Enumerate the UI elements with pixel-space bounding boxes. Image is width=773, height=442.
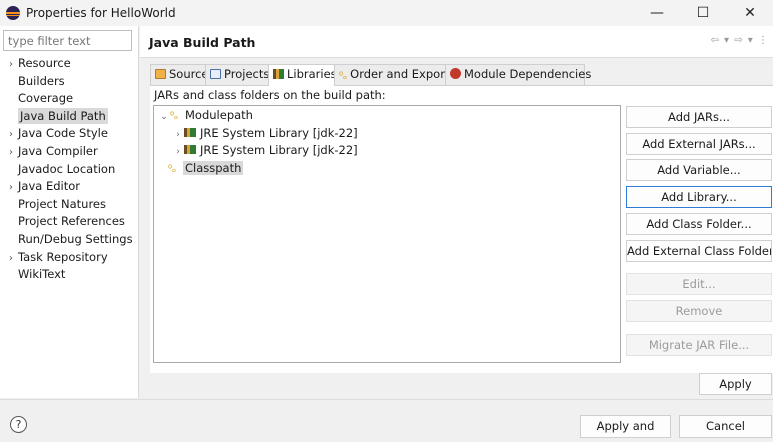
chevron-right-icon[interactable]: › <box>172 144 184 161</box>
migrate-jar-file-button[interactable]: Migrate JAR File... <box>626 334 772 356</box>
build-path-entry[interactable]: › JRE System Library [jdk-22] <box>172 142 358 161</box>
build-path-entry[interactable]: › JRE System Library [jdk-22] <box>172 125 358 144</box>
tab-libraries[interactable]: Libraries <box>268 64 337 86</box>
category-label: Java Code Style <box>18 126 108 141</box>
tab-label: Projects <box>224 67 270 81</box>
category-item[interactable]: Project Natures <box>4 196 106 214</box>
category-label: Coverage <box>18 91 74 106</box>
category-item[interactable]: Run/Debug Settings <box>4 231 133 249</box>
category-item[interactable]: › Java Editor <box>4 178 80 196</box>
chevron-right-icon[interactable]: › <box>4 250 18 268</box>
title-bar: Properties for HelloWorld — ☐ ✕ <box>0 0 773 26</box>
category-label: Java Build Path <box>18 107 108 124</box>
apply-and-close-button[interactable]: Apply and Close <box>580 415 671 442</box>
category-label: Project References <box>18 214 125 229</box>
entry-label: Modulepath <box>185 108 253 122</box>
filter-input[interactable] <box>3 30 132 51</box>
chevron-right-icon[interactable]: › <box>4 126 18 144</box>
category-label: Resource <box>18 56 71 70</box>
window-title: Properties for HelloWorld <box>26 6 176 20</box>
category-label: Project Natures <box>18 196 106 211</box>
edit-button[interactable]: Edit... <box>626 273 772 295</box>
chevron-down-icon[interactable]: ⌄ <box>158 109 170 126</box>
entry-label: JRE System Library [jdk-22] <box>200 125 358 140</box>
category-item[interactable]: WikiText <box>4 266 65 284</box>
tab-label: Module Dependencies <box>464 67 592 81</box>
add-variable-button[interactable]: Add Variable... <box>626 159 772 181</box>
category-label: Builders <box>18 73 65 88</box>
category-item[interactable]: Coverage <box>4 90 73 108</box>
chevron-right-icon[interactable]: › <box>4 179 18 197</box>
add-jars-button[interactable]: Add JARs... <box>626 106 772 128</box>
category-label: Java Editor <box>18 179 80 194</box>
category-item[interactable]: Java Build Path <box>4 107 108 126</box>
tab-projects[interactable]: Projects <box>205 64 269 85</box>
category-item[interactable]: › Java Code Style <box>4 125 108 143</box>
tab-source[interactable]: Source <box>150 64 209 85</box>
category-label: Javadoc Location <box>18 161 116 176</box>
classpath-icon: ⁰ₒ <box>168 163 177 175</box>
entry-label: JRE System Library [jdk-22] <box>200 143 358 157</box>
category-label: Task Repository <box>18 249 108 264</box>
add-external-jars-button[interactable]: Add External JARs... <box>626 133 772 155</box>
close-button[interactable]: ✕ <box>727 0 773 26</box>
category-panel: ›ResourceBuildersCoverageJava Build Path… <box>0 26 139 398</box>
category-label: Java Compiler <box>18 144 98 158</box>
maximize-button[interactable]: ☐ <box>680 0 726 26</box>
chevron-right-icon[interactable]: › <box>4 56 18 74</box>
tab-label: Source <box>169 67 209 81</box>
category-label: Run/Debug Settings <box>18 232 133 246</box>
modulepath-icon: ⁰ₒ <box>170 111 179 122</box>
add-external-class-folder-button[interactable]: Add External Class Folder... <box>626 240 772 262</box>
apply-button[interactable]: Apply <box>699 373 772 395</box>
category-label: WikiText <box>18 267 66 282</box>
category-item[interactable]: › Resource <box>4 55 71 73</box>
libraries-icon <box>273 69 284 79</box>
projects-icon <box>210 69 221 79</box>
build-path-entry[interactable]: ⁰ₒ Classpath <box>168 160 244 177</box>
tab-order-and-export[interactable]: ⁰ₒ Order and Export <box>334 64 450 85</box>
category-item[interactable]: Javadoc Location <box>4 161 115 179</box>
build-path-tree[interactable]: ⌄ ⁰ₒ Modulepath › JRE System Library [jdk-22… <box>153 105 621 363</box>
cancel-button[interactable]: Cancel <box>679 415 772 438</box>
category-item[interactable]: › Task Repository <box>4 249 108 267</box>
source-folder-icon <box>155 69 166 79</box>
jre-library-icon <box>184 127 196 137</box>
tab-label: Libraries <box>287 67 337 81</box>
chevron-right-icon[interactable]: › <box>172 127 184 144</box>
remove-button[interactable]: Remove <box>626 300 772 322</box>
page-title: Java Build Path <box>149 35 256 50</box>
category-item[interactable]: › Java Compiler <box>4 143 98 161</box>
tab-module-dependencies[interactable]: Module Dependencies <box>445 64 591 85</box>
order-export-icon: ⁰ₒ <box>339 71 348 82</box>
build-path-entry[interactable]: ⌄ ⁰ₒ Modulepath <box>158 107 253 124</box>
category-item[interactable]: Project References <box>4 213 125 231</box>
jre-library-icon <box>184 145 196 154</box>
history-nav-icons[interactable]: ⇦ ▾ ⇨ ▾ ⋮ <box>710 35 769 46</box>
entry-label: Classpath <box>183 160 244 175</box>
section-label: JARs and class folders on the build path… <box>154 88 386 102</box>
page-header: Java Build Path ⇦ ▾ ⇨ ▾ ⋮ <box>140 26 773 58</box>
category-item[interactable]: Builders <box>4 73 65 91</box>
chevron-right-icon[interactable]: › <box>4 144 18 162</box>
eclipse-icon <box>6 6 20 20</box>
module-dependencies-icon <box>450 68 461 79</box>
help-icon[interactable]: ? <box>10 416 27 433</box>
add-library-button[interactable]: Add Library... <box>626 186 772 208</box>
tab-label: Order and Export <box>350 67 450 81</box>
minimize-button[interactable]: — <box>634 0 680 26</box>
add-class-folder-button[interactable]: Add Class Folder... <box>626 213 772 235</box>
